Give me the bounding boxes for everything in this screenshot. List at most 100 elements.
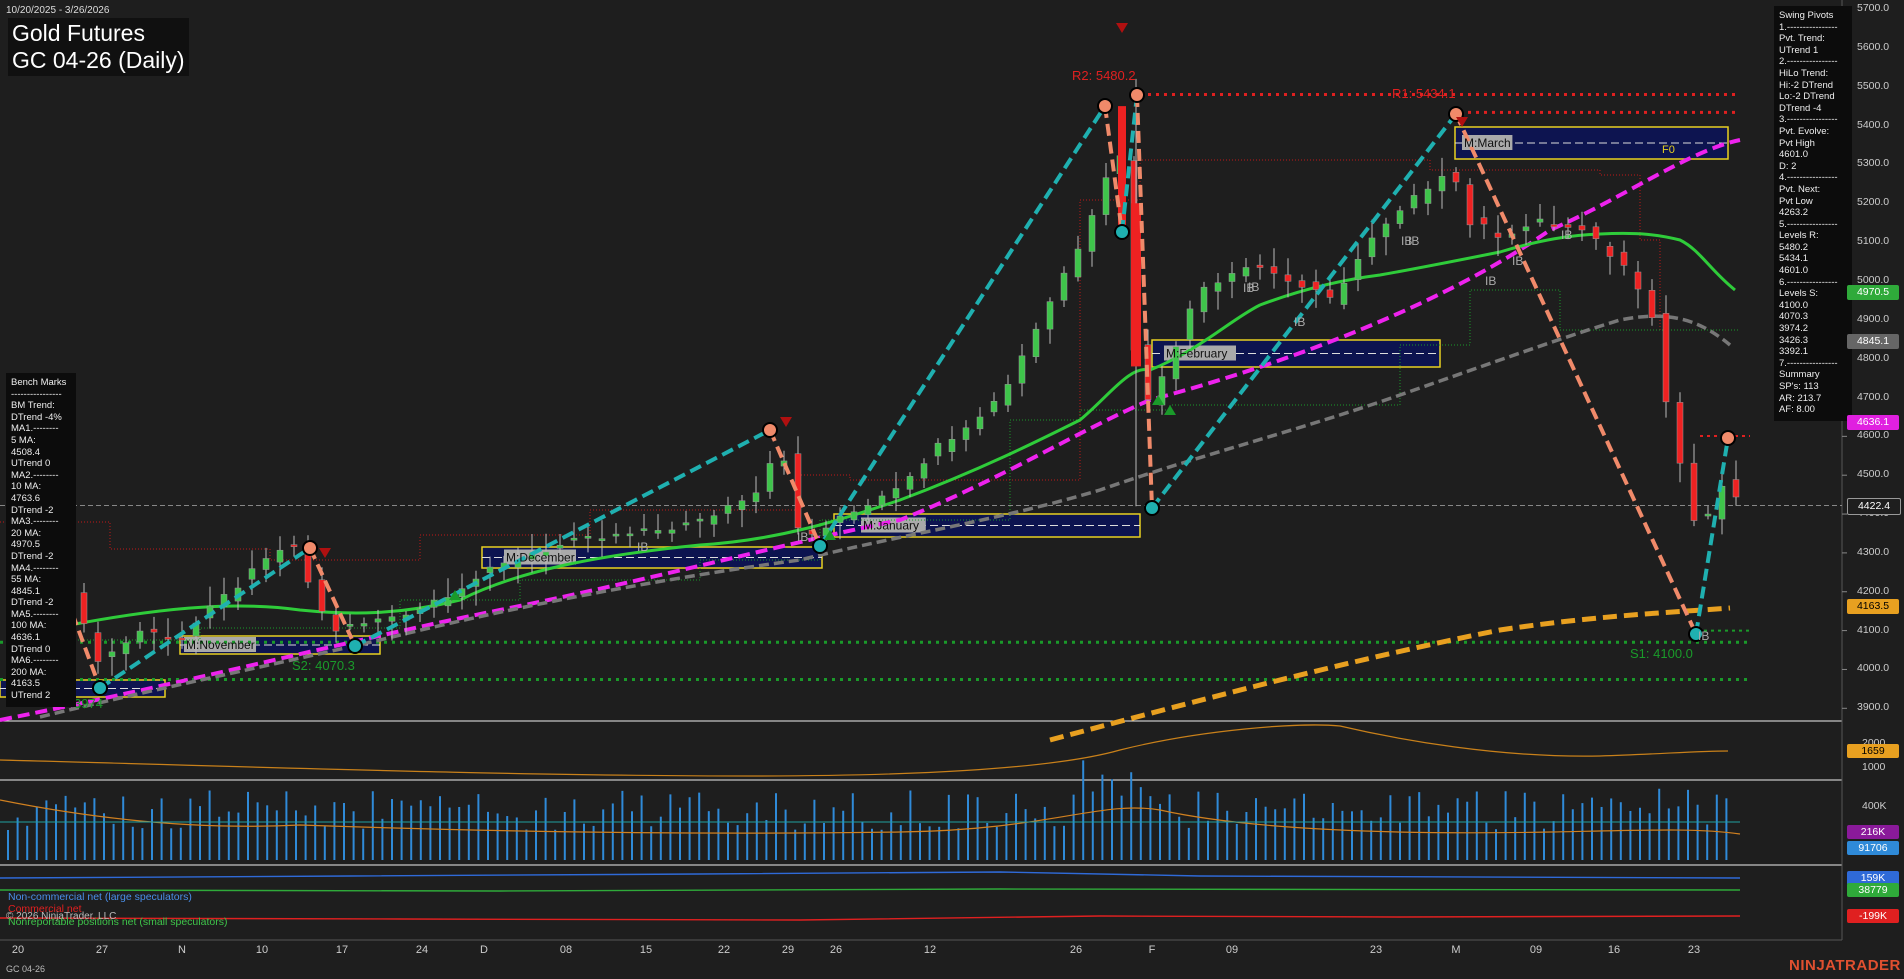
candle-body: [1410, 195, 1418, 209]
candle-body: [332, 614, 340, 632]
time-tick-label: 23: [1687, 944, 1701, 956]
inside-bar-label: IB: [1561, 228, 1572, 242]
candle-body: [1536, 218, 1544, 223]
price-tick-label: 4800.0: [1857, 351, 1890, 364]
indicator-tick-label: 1000: [1862, 761, 1886, 773]
price-tick-label: 4700.0: [1857, 390, 1890, 403]
candle-body: [892, 488, 900, 499]
candle-body: [346, 624, 354, 627]
candle-body: [1256, 264, 1264, 268]
month-zone-label: M:February: [1166, 347, 1227, 361]
candle-body: [1088, 215, 1096, 252]
price-tick-label: 5700.0: [1857, 2, 1890, 14]
candle-body: [1186, 308, 1194, 340]
price-tick-label: 5100.0: [1857, 235, 1890, 248]
time-tick-label: 26: [829, 944, 843, 956]
time-tick-label: 29: [781, 944, 795, 956]
time-tick-label: 17: [335, 944, 349, 956]
candle-body: [864, 505, 872, 516]
candle-body: [1550, 224, 1558, 228]
candle-body: [794, 453, 802, 529]
price-chart[interactable]: M:November M:December M:January M:February M…: [0, 0, 1904, 979]
candle-body: [1074, 248, 1082, 278]
indicator-tag: 1659: [1847, 744, 1899, 758]
candle-body: [640, 528, 648, 531]
time-tick-label: 15: [639, 944, 653, 956]
price-tag: 4636.1: [1847, 415, 1899, 431]
candle-body: [1662, 313, 1670, 403]
swing-low-marker: [347, 638, 363, 654]
s3-label: 3974: [74, 696, 103, 711]
instrument-name: Gold Futures: [12, 20, 145, 46]
swing-low-marker: [812, 538, 828, 554]
indicator-tag: 38779: [1847, 883, 1899, 897]
price-tick-label: 5400.0: [1857, 118, 1890, 131]
s1-label: S1: 4100.0: [1630, 646, 1693, 661]
price-tick-label: 5300.0: [1857, 157, 1890, 170]
time-tick-label: 09: [1529, 944, 1543, 956]
price-tick-label: 4500.0: [1857, 468, 1890, 481]
candle-body: [1004, 384, 1012, 406]
candle-body: [1270, 266, 1278, 274]
swing-low-marker: [1144, 500, 1160, 516]
swing-high-marker: [1720, 430, 1736, 446]
s2-label: S2: 4070.3: [292, 658, 355, 673]
candle-body: [276, 549, 284, 563]
candle-body: [1298, 280, 1306, 288]
swing-high-marker: [762, 422, 778, 438]
time-tick-label: 10: [255, 944, 269, 956]
candle-body: [136, 630, 144, 643]
time-tick-label: F: [1148, 944, 1156, 956]
candle-body: [374, 618, 382, 623]
candle-body: [990, 401, 998, 413]
candle-body: [1102, 177, 1110, 215]
time-tick-label: 27: [95, 944, 109, 956]
candle-body: [1228, 273, 1236, 282]
candle-body: [94, 632, 102, 662]
candle-body: [654, 530, 662, 534]
r1-label: R1: 5434.1: [1392, 86, 1456, 101]
inside-bar-label: IB: [1408, 234, 1419, 248]
price-tick-label: 4100.0: [1857, 623, 1890, 636]
candle-body: [976, 416, 984, 430]
candle-body: [1018, 355, 1026, 384]
legend-non-commercial: Non-commercial net (large speculators): [8, 891, 192, 903]
candle-body: [1466, 184, 1474, 226]
candle-body: [1131, 203, 1141, 367]
candle-body: [1340, 283, 1348, 305]
price-tick-label: 4900.0: [1857, 312, 1890, 325]
candle-body: [612, 533, 620, 537]
candle-body: [248, 568, 256, 580]
candle-body: [584, 536, 592, 539]
month-zone-label: M:November: [186, 638, 255, 652]
time-tick-label: 08: [559, 944, 573, 956]
indicator-tag: -199K: [1847, 909, 1899, 923]
candle-body: [766, 463, 774, 492]
candle-body: [598, 538, 606, 541]
candle-body: [1732, 479, 1740, 498]
time-tick-label: D: [480, 944, 488, 956]
candle-body: [1032, 328, 1040, 358]
swing-pivots-panel: Swing Pivots 1.---------------- Pvt. Tre…: [1774, 6, 1852, 421]
indicator-tag: 216K: [1847, 825, 1899, 839]
time-tick-label: 16: [1607, 944, 1621, 956]
candle-body: [360, 623, 368, 627]
candle-body: [738, 500, 746, 510]
time-tick-label: 26: [1069, 944, 1083, 956]
swing-high-marker: [1129, 87, 1145, 103]
candle-body: [1578, 225, 1586, 231]
inside-bar-label: IB: [1294, 315, 1305, 329]
time-tick-label: 09: [1225, 944, 1239, 956]
candle-body: [752, 492, 760, 503]
candle-body: [1704, 513, 1712, 517]
price-tick-label: 5200.0: [1857, 196, 1890, 209]
candle-body: [318, 579, 326, 612]
price-tick-label: 4200.0: [1857, 584, 1890, 597]
candle-body: [1452, 172, 1460, 183]
swing-low-marker: [92, 680, 108, 696]
candle-body: [1046, 301, 1054, 330]
price-tag: 4163.5: [1847, 598, 1899, 614]
chart-title: Gold Futures GC 04-26 (Daily): [8, 18, 189, 76]
price-tick-label: 4000.0: [1857, 662, 1890, 675]
candle-body: [878, 495, 886, 506]
